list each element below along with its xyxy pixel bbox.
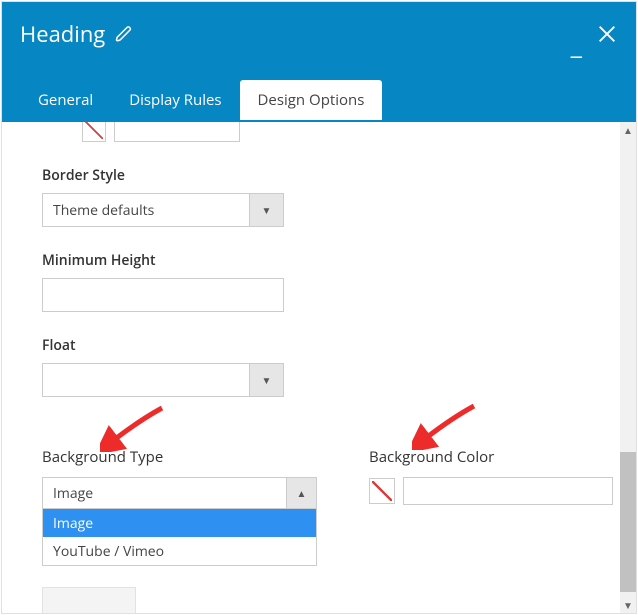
- bg-type-combo[interactable]: Image ▲ Image YouTube / Vimeo: [42, 477, 317, 509]
- pencil-icon[interactable]: [115, 25, 133, 43]
- window-controls: _: [571, 23, 618, 45]
- tab-general[interactable]: General: [20, 80, 111, 120]
- border-style-combo[interactable]: Theme defaults ▼: [42, 193, 284, 227]
- content-wrap: Border Style Theme defaults ▼ Minimum He…: [2, 122, 636, 613]
- vertical-scrollbar[interactable]: ▲ ▼: [620, 122, 636, 613]
- bg-color-input[interactable]: [403, 477, 613, 505]
- min-height-input[interactable]: [42, 278, 284, 312]
- title-row: Heading _: [20, 14, 618, 54]
- title-text: Heading: [20, 19, 105, 49]
- scroll-thumb[interactable]: [620, 452, 636, 592]
- field-bg-color: Background Color: [369, 447, 613, 613]
- tab-design-options[interactable]: Design Options: [240, 80, 383, 120]
- bg-type-option-image[interactable]: Image: [43, 509, 316, 537]
- float-combo[interactable]: ▼: [42, 363, 284, 397]
- field-min-height: Minimum Height: [42, 251, 580, 312]
- partial-color-row: [82, 122, 580, 142]
- bg-type-label: Background Type: [42, 447, 317, 467]
- float-label: Float: [42, 336, 580, 355]
- content-area: Border Style Theme defaults ▼ Minimum He…: [2, 122, 620, 613]
- bg-color-row: [369, 477, 613, 505]
- bg-type-value[interactable]: Image: [43, 478, 286, 508]
- chevron-up-icon[interactable]: ▲: [286, 478, 316, 508]
- tab-display-rules[interactable]: Display Rules: [111, 80, 239, 120]
- tab-bar: General Display Rules Design Options: [20, 80, 618, 120]
- field-float: Float ▼: [42, 336, 580, 397]
- min-height-label: Minimum Height: [42, 251, 580, 270]
- bg-type-dropdown: Image YouTube / Vimeo: [42, 509, 317, 566]
- bg-row: Background Type Image ▲ Image YouTube / …: [42, 447, 580, 613]
- annotation-arrow-icon: [100, 400, 170, 452]
- border-style-label: Border Style: [42, 166, 580, 185]
- close-button[interactable]: [596, 23, 618, 45]
- scroll-up-icon[interactable]: ▲: [620, 122, 636, 138]
- float-value[interactable]: [42, 363, 250, 397]
- color-swatch-none-icon[interactable]: [82, 122, 106, 142]
- border-style-value[interactable]: Theme defaults: [42, 193, 250, 227]
- minimize-button[interactable]: _: [571, 39, 582, 49]
- add-image-tile[interactable]: +: [42, 587, 136, 613]
- dialog-header: Heading _ General Display Rules Desig: [2, 2, 636, 122]
- dialog-title: Heading: [20, 19, 133, 49]
- color-swatch-none-icon[interactable]: [369, 478, 395, 504]
- chevron-down-icon[interactable]: ▼: [250, 363, 284, 397]
- chevron-down-icon[interactable]: ▼: [250, 193, 284, 227]
- bg-color-label: Background Color: [369, 447, 613, 467]
- field-border-style: Border Style Theme defaults ▼: [42, 166, 580, 227]
- bg-type-head[interactable]: Image ▲: [42, 477, 317, 509]
- partial-color-input[interactable]: [114, 122, 240, 142]
- scroll-down-icon[interactable]: ▼: [620, 597, 636, 613]
- dialog-panel: Heading _ General Display Rules Desig: [1, 1, 637, 614]
- field-bg-type: Background Type Image ▲ Image YouTube / …: [42, 447, 317, 613]
- annotation-arrow-icon: [412, 398, 482, 450]
- bg-type-option-youtube[interactable]: YouTube / Vimeo: [43, 537, 316, 565]
